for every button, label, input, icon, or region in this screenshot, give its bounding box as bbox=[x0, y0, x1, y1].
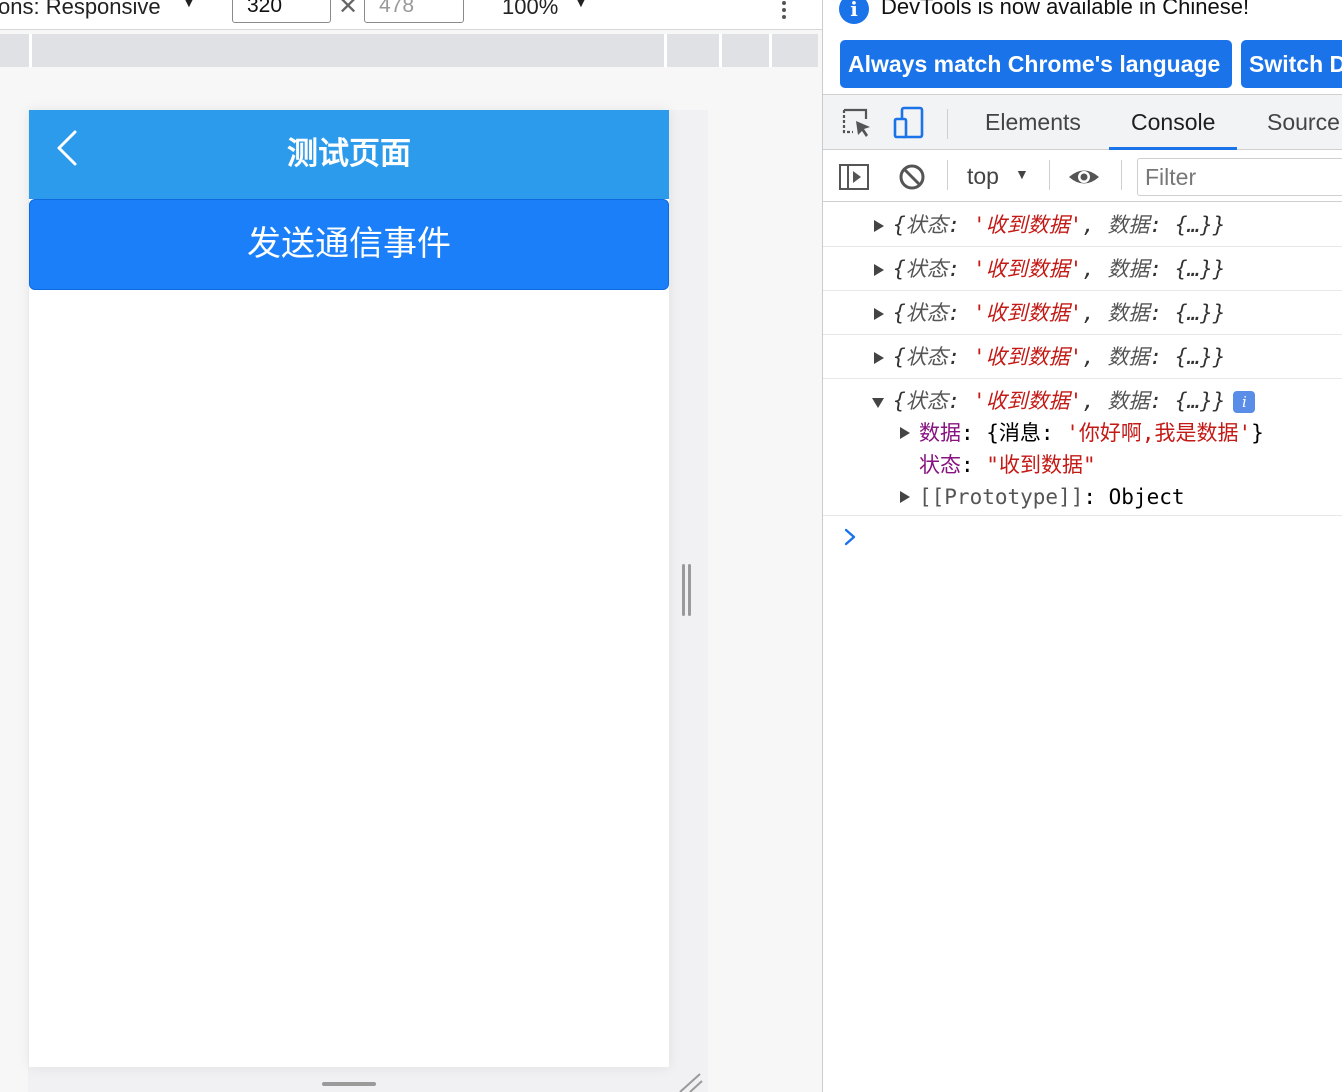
expand-triangle-icon[interactable] bbox=[874, 308, 884, 320]
property-status: 状态: "收到数据" bbox=[919, 453, 1096, 477]
devtools-panel: i DevTools is now available in Chinese! … bbox=[822, 0, 1342, 1092]
device-emulation-area: ons: Responsive ▼ 320 ✕ 478 100% ▼ 测试页面 … bbox=[0, 0, 822, 1092]
height-input[interactable]: 478 bbox=[364, 0, 464, 23]
always-match-language-button[interactable]: Always match Chrome's language bbox=[840, 40, 1232, 88]
ruler-segment[interactable] bbox=[664, 34, 667, 67]
console-log: {状态: '收到数据', 数据: {…}} {状态: '收到数据', 数据: {… bbox=[823, 203, 1342, 516]
expand-triangle-icon[interactable] bbox=[874, 352, 884, 364]
device-toggle-icon[interactable] bbox=[891, 105, 927, 141]
clear-console-icon[interactable] bbox=[895, 160, 929, 194]
console-toolbar: top ▼ Filter bbox=[823, 150, 1342, 202]
resize-handle-bottom[interactable] bbox=[322, 1082, 376, 1086]
property-prototype: [[Prototype]]: Object bbox=[919, 485, 1185, 509]
toolbar-separator bbox=[947, 160, 948, 190]
filter-input[interactable]: Filter bbox=[1137, 158, 1342, 196]
zoom-caret-icon[interactable]: ▼ bbox=[574, 0, 588, 10]
device-toolbar: ons: Responsive ▼ 320 ✕ 478 100% ▼ bbox=[0, 0, 822, 30]
language-infobar: i DevTools is now available in Chinese! … bbox=[823, 0, 1342, 94]
page-title: 测试页面 bbox=[287, 136, 411, 171]
toolbar-separator bbox=[1121, 160, 1122, 190]
expand-triangle-icon[interactable] bbox=[900, 491, 910, 503]
infobar-message: DevTools is now available in Chinese! bbox=[881, 0, 1250, 19]
expand-triangle-icon[interactable] bbox=[874, 220, 884, 232]
ruler-segment[interactable] bbox=[29, 34, 32, 67]
send-event-button[interactable]: 发送通信事件 bbox=[29, 199, 669, 290]
live-expression-eye-icon[interactable] bbox=[1067, 160, 1101, 194]
context-selector[interactable]: top bbox=[967, 160, 999, 192]
zoom-dropdown[interactable]: 100% bbox=[502, 0, 558, 22]
log-entry-expanded[interactable]: {状态: '收到数据', 数据: {…}} i 数据: {消息: '你好啊,我是数… bbox=[823, 379, 1342, 516]
log-entry[interactable]: {状态: '收到数据', 数据: {…}} bbox=[823, 203, 1342, 247]
times-icon: ✕ bbox=[338, 0, 359, 20]
nav-bar: 测试页面 bbox=[29, 110, 669, 199]
ruler-segment[interactable] bbox=[719, 34, 722, 67]
switch-devtools-language-button[interactable]: Switch D bbox=[1241, 40, 1342, 88]
more-options-icon[interactable] bbox=[779, 0, 789, 22]
expand-triangle-icon[interactable] bbox=[900, 427, 910, 439]
context-caret-icon[interactable]: ▼ bbox=[1015, 166, 1029, 182]
resize-handle-right[interactable] bbox=[682, 564, 694, 616]
tab-separator bbox=[947, 109, 948, 139]
property-data: 数据: {消息: '你好啊,我是数据'} bbox=[919, 421, 1264, 445]
toolbar-separator bbox=[1049, 160, 1050, 190]
ruler-segment[interactable] bbox=[769, 34, 772, 67]
devtools-tabbar: Elements Console Source bbox=[823, 94, 1342, 150]
media-query-ruler[interactable] bbox=[0, 34, 818, 67]
sidebar-toggle-icon[interactable] bbox=[837, 160, 871, 194]
log-summary: {状态: '收到数据', 数据: {…}} i bbox=[893, 385, 1256, 417]
info-icon: i bbox=[839, 0, 869, 24]
width-input[interactable]: 320 bbox=[232, 0, 331, 23]
dimensions-caret-icon[interactable]: ▼ bbox=[182, 0, 196, 10]
emulated-viewport: 测试页面 发送通信事件 bbox=[29, 110, 669, 1067]
resize-corner-icon[interactable] bbox=[676, 1072, 704, 1092]
tab-sources[interactable]: Source bbox=[1267, 95, 1340, 150]
expand-triangle-icon[interactable] bbox=[874, 264, 884, 276]
log-entry[interactable]: {状态: '收到数据', 数据: {…}} bbox=[823, 291, 1342, 335]
log-entry[interactable]: {状态: '收到数据', 数据: {…}} bbox=[823, 247, 1342, 291]
tab-console[interactable]: Console bbox=[1109, 95, 1238, 150]
console-prompt-icon[interactable] bbox=[841, 527, 861, 547]
inspect-element-icon[interactable] bbox=[839, 105, 875, 141]
tab-elements[interactable]: Elements bbox=[985, 95, 1081, 150]
value-info-icon[interactable]: i bbox=[1233, 391, 1256, 413]
log-entry[interactable]: {状态: '收到数据', 数据: {…}} bbox=[823, 335, 1342, 379]
collapse-triangle-icon[interactable] bbox=[872, 398, 884, 408]
dimensions-dropdown[interactable]: ons: Responsive bbox=[0, 0, 161, 22]
